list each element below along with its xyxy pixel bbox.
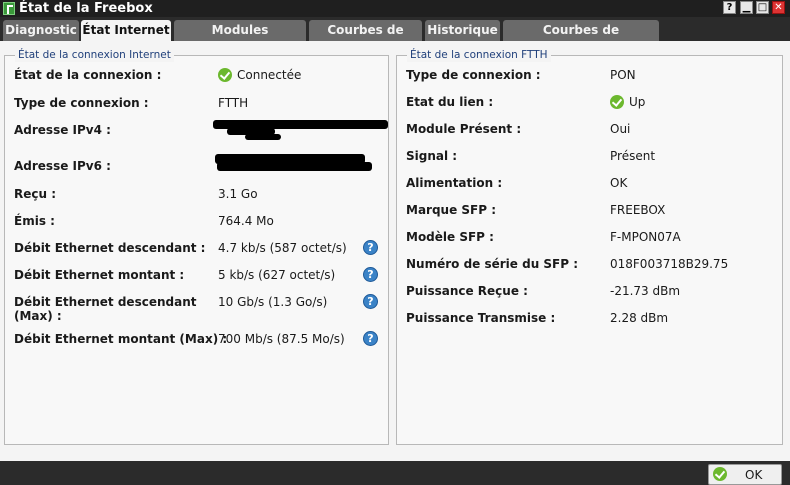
tab-content: État de la connexion Internet État de la… [0,41,790,461]
redaction-mark [245,134,281,140]
tab-bar: Diagnostic État Internet Modules d'exten… [0,17,790,57]
title-bar: État de la Freebox ? ▁ □ ✕ [0,0,790,17]
row-value: FREEBOX [610,203,666,217]
redaction-mark [217,162,372,171]
row-value: 3.1 Go [218,187,258,201]
tab-historique[interactable]: Historique [425,20,500,41]
internet-connection-panel: État de la connexion Internet État de la… [4,49,389,445]
row-value: -21.73 dBm [610,284,681,298]
connection-state-text: Connectée [237,68,302,82]
row-label: Débit Ethernet descendant : [14,241,206,255]
row-value: Oui [610,122,631,136]
ok-button-label: OK [745,468,763,482]
row-label: Numéro de série du SFP : [406,257,579,271]
panel-legend: État de la connexion Internet [15,49,174,62]
row-label: Adresse IPv6 : [14,159,111,173]
row-label: Émis : [14,214,55,228]
freebox-app-icon [3,2,15,15]
row-value: 5 kb/s (627 octet/s) [218,268,336,282]
row-label: Reçu : [14,187,57,201]
row-label: Type de connexion : [14,96,149,110]
tab-diagnostic[interactable]: Diagnostic [3,20,79,41]
tab-etat-internet[interactable]: État Internet [81,20,171,41]
dialog-footer: OK [0,461,790,485]
check-circle-icon [713,467,727,481]
row-value: 4.7 kb/s (587 octet/s) [218,241,347,255]
row-label: Alimentation : [406,176,503,190]
row-label: Modèle SFP : [406,230,494,244]
link-state-text: Up [629,95,646,109]
row-value: 764.4 Mo [218,214,274,228]
row-label: Puissance Transmise : [406,311,556,325]
row-value: Présent [610,149,656,163]
help-icon[interactable]: ? [363,294,378,309]
row-label: Signal : [406,149,458,163]
close-button[interactable]: ✕ [772,1,785,14]
row-value: Connectée [218,68,301,82]
help-window-button[interactable]: ? [723,1,736,14]
row-label: Adresse IPv4 : [14,123,111,137]
row-value: Up [610,95,645,109]
row-value: OK [610,176,628,190]
window-title: État de la Freebox [19,1,153,16]
row-label: Puissance Reçue : [406,284,528,298]
row-label: Débit Ethernet descendant (Max) : [14,295,197,323]
row-value: 018F003718B29.75 [610,257,729,271]
tab-courbes-temperature[interactable]: Courbes de température [503,20,659,57]
row-value: FTTH [218,96,249,110]
row-label: Module Présent : [406,122,522,136]
help-icon[interactable]: ? [363,267,378,282]
row-value: 10 Gb/s (1.3 Go/s) [218,295,328,309]
row-label: Type de connexion : [406,68,541,82]
row-label: Etat du lien : [406,95,494,109]
row-value: 2.28 dBm [610,311,669,325]
row-label: Débit Ethernet montant : [14,268,185,282]
check-circle-icon [218,68,232,82]
help-icon[interactable]: ? [363,240,378,255]
row-value: PON [610,68,636,82]
row-label: Marque SFP : [406,203,497,217]
row-label: État de la connexion : [14,68,162,82]
minimize-button[interactable]: ▁ [740,1,753,14]
help-icon[interactable]: ? [363,331,378,346]
row-label: Débit Ethernet montant (Max) : [14,332,228,346]
row-value: 700 Mb/s (87.5 Mo/s) [218,332,345,346]
maximize-button[interactable]: □ [756,1,769,14]
ftth-connection-panel: État de la connexion FTTH Type de connex… [396,49,783,445]
ok-button[interactable]: OK [708,464,782,485]
panel-legend: État de la connexion FTTH [407,49,551,62]
tab-modules-extension[interactable]: Modules d'extension [174,20,306,57]
check-circle-icon [610,95,624,109]
row-value: F-MPON07A [610,230,681,244]
tab-courbes-debit[interactable]: Courbes de Débit [309,20,422,57]
